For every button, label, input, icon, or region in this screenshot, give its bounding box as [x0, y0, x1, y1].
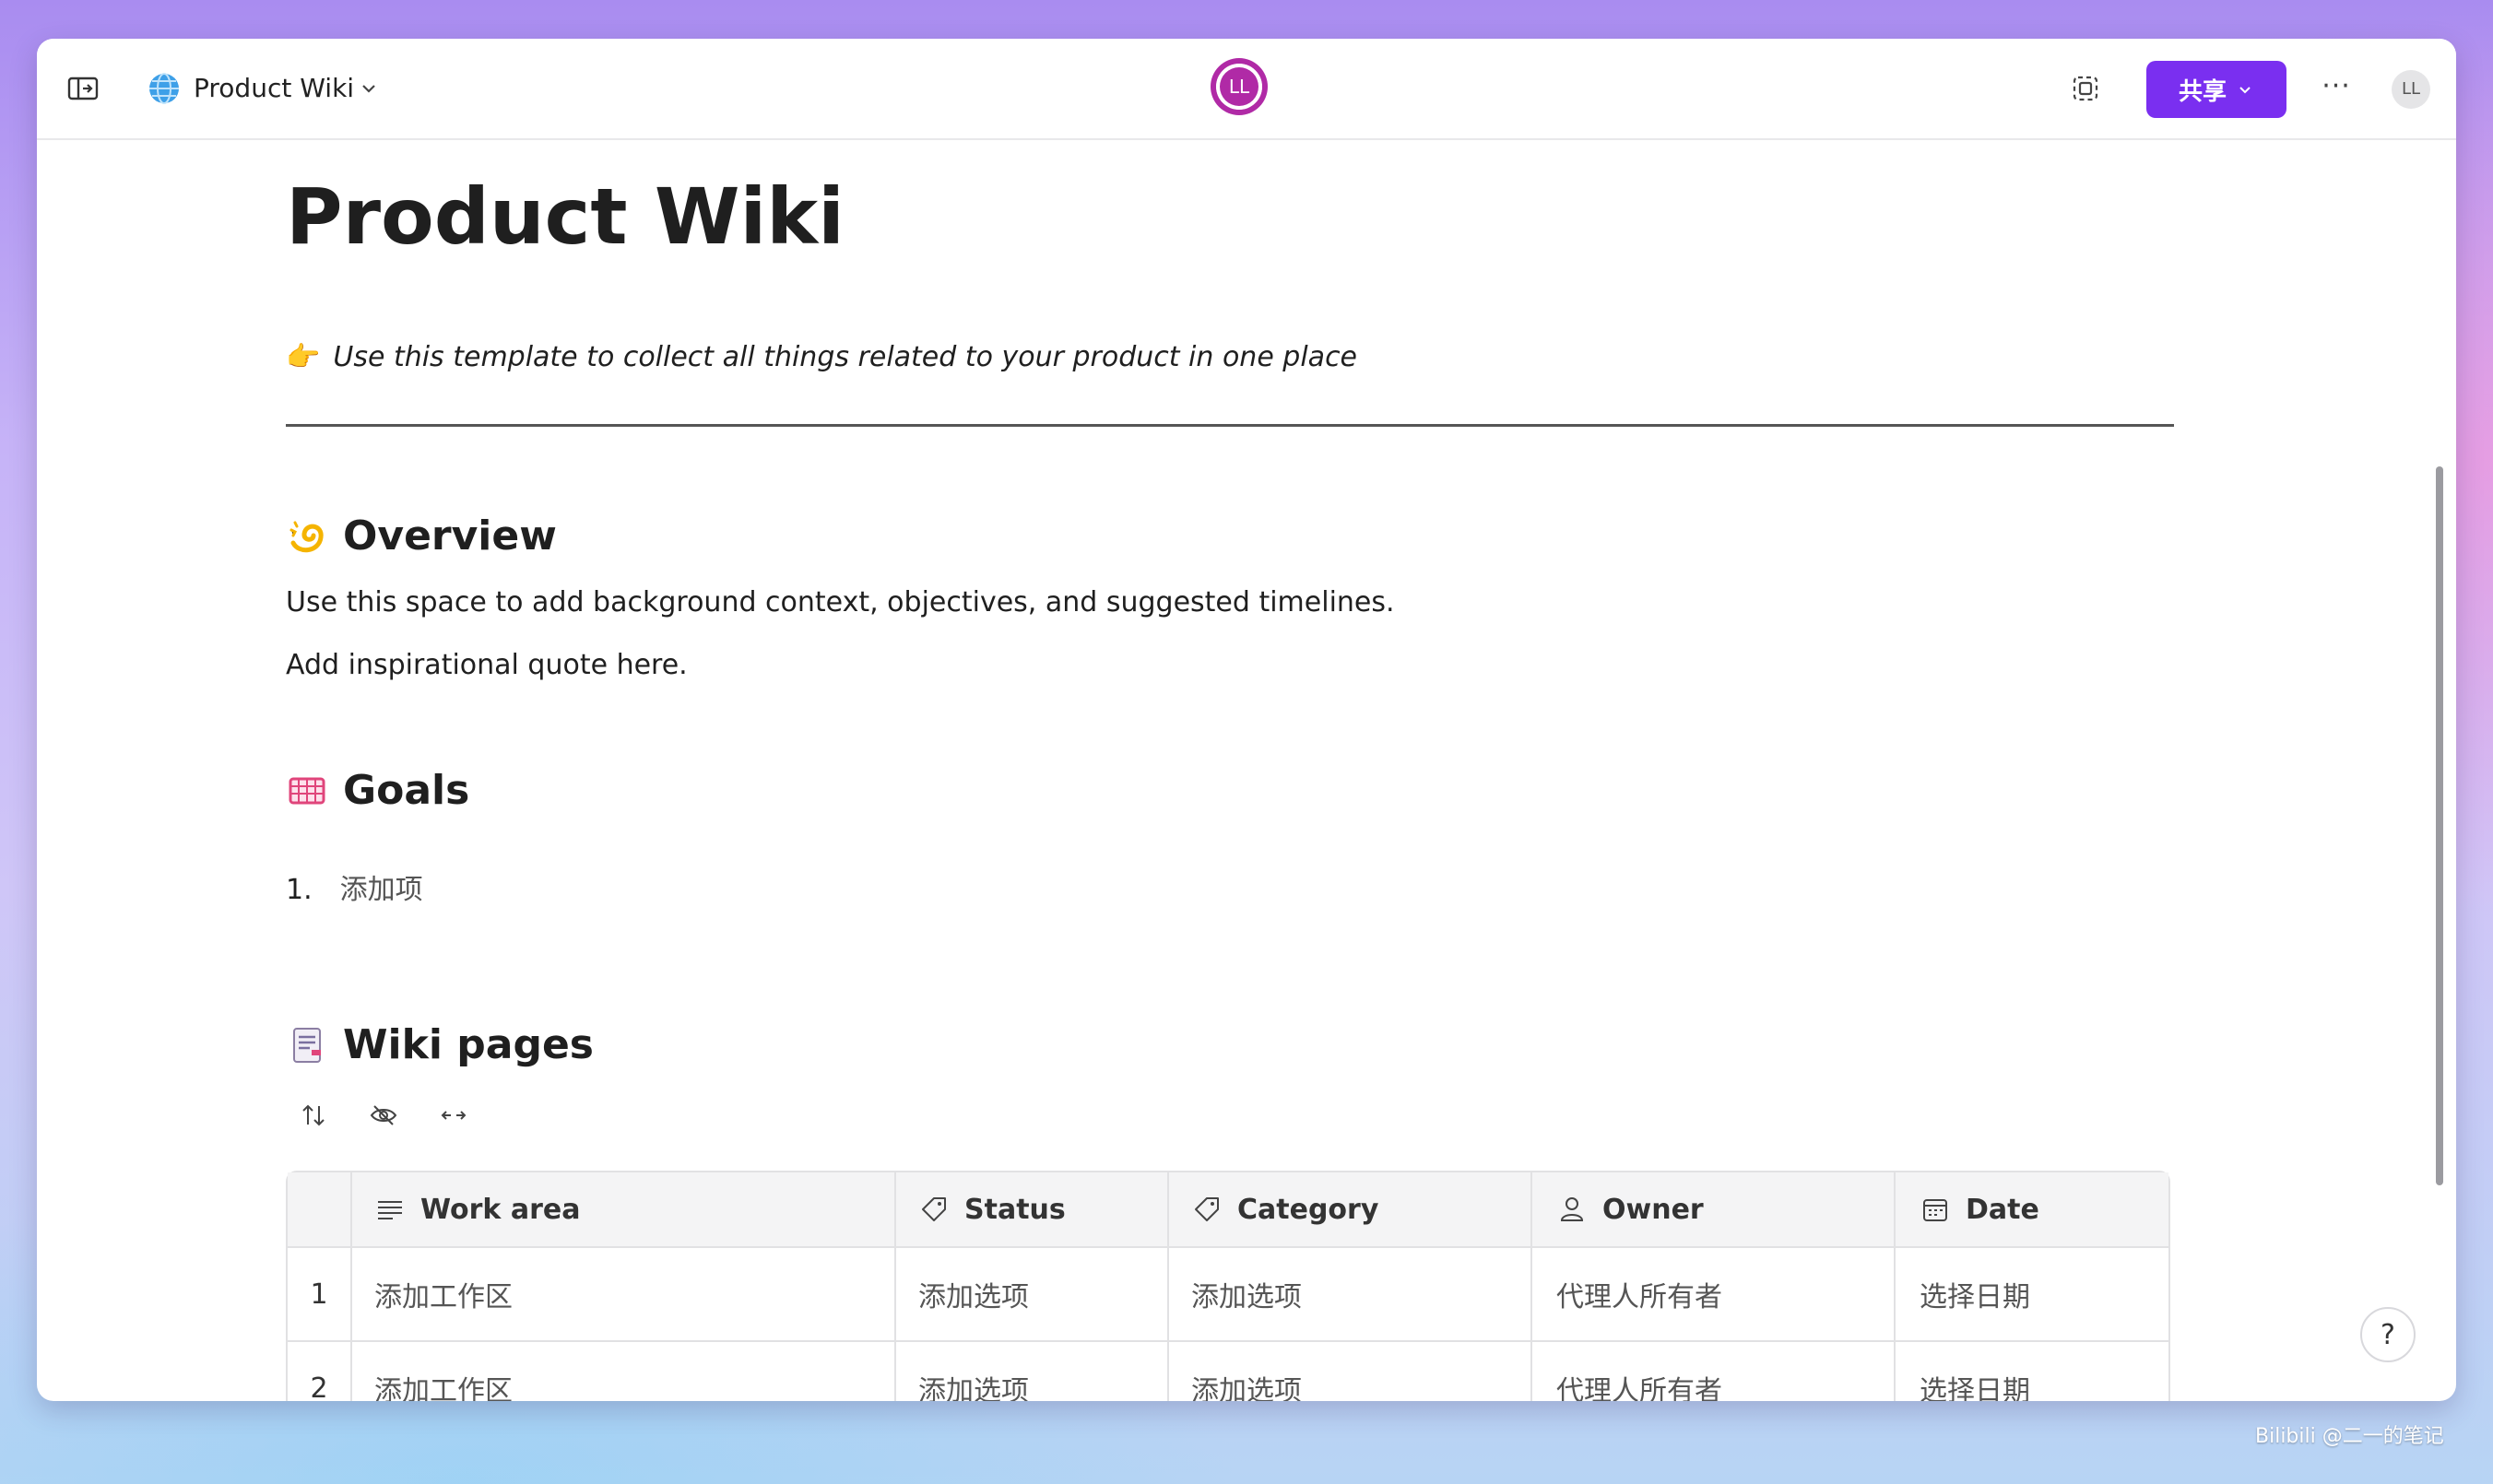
wiki-pages-heading-text: Wiki pages: [343, 1021, 594, 1068]
column-header-work-area[interactable]: Work area: [352, 1172, 896, 1246]
user-avatar[interactable]: LL: [2392, 70, 2430, 109]
globe-icon: [146, 70, 183, 107]
callout-line[interactable]: 👉 Use this template to collect all thing…: [286, 339, 1357, 376]
chevron-down-icon[interactable]: [356, 76, 382, 101]
sort-icon[interactable]: [295, 1097, 332, 1134]
share-button-label: 共享: [2178, 77, 2227, 106]
wiki-table: Work area Status Category Owner Date 1 添…: [286, 1171, 2170, 1401]
row-number-header: [288, 1172, 352, 1246]
wiki-pages-heading[interactable]: Wiki pages: [286, 1019, 594, 1071]
column-header-owner[interactable]: Owner: [1532, 1172, 1896, 1246]
table-view-tools: [295, 1097, 472, 1134]
tag-icon: [1191, 1194, 1223, 1225]
overview-heading[interactable]: Overview: [286, 511, 557, 562]
column-label: Category: [1237, 1193, 1379, 1226]
pointing-hand-icon: 👉: [286, 341, 321, 373]
top-bar: Product Wiki LL 共享 ··· LL: [37, 39, 2456, 140]
owner-cell[interactable]: 代理人所有者: [1532, 1342, 1896, 1401]
dizzy-icon: [286, 515, 328, 558]
callout-text: Use this template to collect all things …: [333, 341, 1358, 373]
column-label: Status: [964, 1193, 1066, 1226]
column-label: Owner: [1602, 1193, 1704, 1226]
page-title[interactable]: Product Wiki: [286, 175, 845, 258]
list-item-text: 添加项: [339, 874, 423, 906]
table-row[interactable]: 2 添加工作区 添加选项 添加选项 代理人所有者 选择日期: [288, 1342, 2168, 1401]
list-item[interactable]: 1. 添加项: [286, 872, 423, 909]
chevron-down-icon: [2239, 87, 2251, 94]
divider: [286, 424, 2174, 427]
table-row[interactable]: 1 添加工作区 添加选项 添加选项 代理人所有者 选择日期: [288, 1248, 2168, 1342]
table-header: Work area Status Category Owner Date: [288, 1172, 2168, 1248]
vertical-scrollbar[interactable]: [2436, 466, 2443, 1185]
category-cell[interactable]: 添加选项: [1169, 1342, 1532, 1401]
collaborator-avatar-initials: LL: [1216, 64, 1262, 110]
column-header-status[interactable]: Status: [896, 1172, 1169, 1246]
expand-width-icon[interactable]: [435, 1097, 472, 1134]
sidebar-toggle-icon[interactable]: [65, 70, 101, 107]
tag-icon: [918, 1194, 950, 1225]
help-button[interactable]: ?: [2360, 1307, 2416, 1362]
row-number: 1: [288, 1248, 352, 1340]
goal-net-icon: [286, 770, 328, 812]
overview-paragraph[interactable]: Use this space to add background context…: [286, 584, 1395, 621]
page-name-menu[interactable]: Product Wiki: [194, 70, 354, 107]
column-label: Work area: [420, 1193, 581, 1226]
list-number: 1.: [286, 874, 313, 906]
status-cell[interactable]: 添加选项: [896, 1248, 1169, 1340]
work-area-cell[interactable]: 添加工作区: [352, 1342, 896, 1401]
status-cell[interactable]: 添加选项: [896, 1342, 1169, 1401]
quote-paragraph[interactable]: Add inspirational quote here.: [286, 647, 688, 684]
watermark: Bilibili @二一的笔记: [2255, 1425, 2444, 1448]
more-options-button[interactable]: ···: [2318, 70, 2355, 107]
page-icon: [286, 1024, 328, 1066]
collaborator-avatar[interactable]: LL: [1213, 61, 1265, 112]
work-area-cell[interactable]: 添加工作区: [352, 1248, 896, 1340]
row-number: 2: [288, 1342, 352, 1401]
share-button[interactable]: 共享: [2146, 61, 2286, 118]
text-lines-icon: [374, 1194, 406, 1225]
goals-heading-text: Goals: [343, 767, 470, 814]
category-cell[interactable]: 添加选项: [1169, 1248, 1532, 1340]
copy-frame-icon[interactable]: [2067, 70, 2104, 107]
column-header-category[interactable]: Category: [1169, 1172, 1532, 1246]
goals-heading[interactable]: Goals: [286, 765, 469, 817]
hide-eye-icon[interactable]: [365, 1097, 402, 1134]
calendar-icon: [1920, 1194, 1951, 1225]
overview-heading-text: Overview: [343, 512, 557, 559]
column-label: Date: [1966, 1193, 2039, 1226]
owner-cell[interactable]: 代理人所有者: [1532, 1248, 1896, 1340]
app-window: Product Wiki LL 共享 ··· LL Product Wiki 👉…: [37, 39, 2456, 1401]
person-icon: [1556, 1194, 1588, 1225]
date-cell[interactable]: 选择日期: [1896, 1248, 2168, 1340]
date-cell[interactable]: 选择日期: [1896, 1342, 2168, 1401]
column-header-date[interactable]: Date: [1896, 1172, 2168, 1246]
